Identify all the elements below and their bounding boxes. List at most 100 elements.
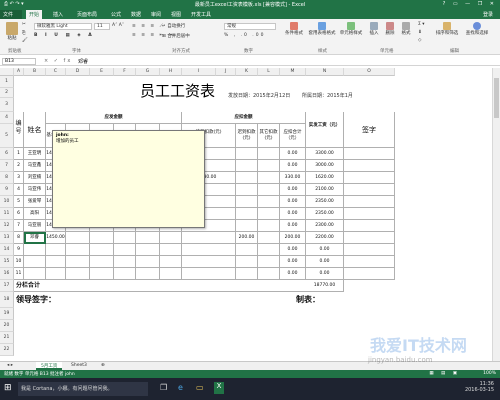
table-cell-name[interactable]: 王亚明: [24, 148, 46, 160]
column-header[interactable]: I: [182, 68, 216, 76]
signature-cell[interactable]: [344, 244, 395, 256]
signature-cell[interactable]: [344, 172, 395, 184]
table-cell-total[interactable]: [160, 268, 182, 280]
header-net-pay[interactable]: 实发工资（元）: [306, 112, 344, 148]
table-cell-net[interactable]: 2300.00: [306, 220, 344, 232]
table-cell-ded[interactable]: 0.00: [280, 160, 306, 172]
insert-cells-button[interactable]: 插入: [368, 22, 380, 36]
cell-comment[interactable]: john: 增加的员工: [52, 130, 205, 228]
table-cell-ded[interactable]: 0.00: [280, 208, 306, 220]
row-header[interactable]: 2: [0, 88, 14, 98]
font-name-select[interactable]: 微软雅黑 Light: [34, 23, 92, 30]
table-cell-no[interactable]: 7: [14, 220, 24, 232]
format-cells-button[interactable]: 格式: [400, 22, 412, 36]
table-cell-no[interactable]: 3: [14, 172, 24, 184]
table-cell-no[interactable]: 10: [14, 256, 24, 268]
row-header[interactable]: 6: [0, 148, 14, 160]
tab-home[interactable]: 开始: [26, 10, 43, 19]
table-cell-name[interactable]: 马亚鑫: [24, 160, 46, 172]
table-cell-other[interactable]: [258, 244, 280, 256]
table-cell-ded[interactable]: 0.00: [280, 184, 306, 196]
column-header[interactable]: M: [280, 68, 306, 76]
align-top-icons[interactable]: ≡ ≡ ≡ ⟋: [132, 23, 165, 29]
table-cell-late[interactable]: [236, 208, 258, 220]
table-cell-late[interactable]: [236, 196, 258, 208]
table-cell-other[interactable]: [258, 184, 280, 196]
table-cell-no[interactable]: 1: [14, 148, 24, 160]
format-painter-icon[interactable]: 🖌: [22, 38, 28, 43]
table-cell-no[interactable]: 4: [14, 184, 24, 196]
table-cell-name[interactable]: 马亚丽: [24, 220, 46, 232]
sheet-title[interactable]: 员工工资表: [140, 80, 215, 101]
tab-data[interactable]: 数据: [128, 10, 144, 19]
table-cell-late[interactable]: [236, 160, 258, 172]
header-deduction-col[interactable]: 其它扣款(元): [258, 124, 280, 148]
table-cell-base[interactable]: 1450.00: [46, 232, 66, 244]
table-cell-no[interactable]: 5: [14, 196, 24, 208]
row-header[interactable]: 19: [0, 308, 14, 320]
formula-icons[interactable]: × ✓ fx: [44, 58, 72, 64]
table-cell-total[interactable]: [160, 244, 182, 256]
signature-cell[interactable]: [344, 268, 395, 280]
tab-formulas[interactable]: 公式: [108, 10, 124, 19]
table-cell-late[interactable]: 200.00: [236, 232, 258, 244]
row-header[interactable]: 17: [0, 280, 14, 292]
column-header[interactable]: A: [14, 68, 24, 76]
sheet-tab-may-salary[interactable]: 5月工资: [36, 362, 63, 370]
table-cell-total[interactable]: [160, 232, 182, 244]
cortana-search[interactable]: 我是 Cortana，小娜。有问题尽管问我。: [18, 382, 148, 396]
row-header[interactable]: 9: [0, 184, 14, 196]
merge-center-button[interactable]: ⊞ 合并后居中: [162, 33, 190, 39]
table-cell-late[interactable]: [236, 220, 258, 232]
row-header[interactable]: 22: [0, 344, 14, 356]
table-cell-base[interactable]: [46, 244, 66, 256]
cut-icon[interactable]: ✂: [22, 22, 26, 27]
vertical-scrollbar[interactable]: [492, 68, 500, 361]
paste-button[interactable]: 粘贴: [4, 22, 20, 41]
column-header[interactable]: G: [136, 68, 160, 76]
column-header[interactable]: C: [46, 68, 66, 76]
table-cell-bonus[interactable]: [136, 244, 160, 256]
table-cell-no[interactable]: 6: [14, 208, 24, 220]
table-cell-leave[interactable]: [182, 256, 236, 268]
add-sheet-icon[interactable]: ⊕: [96, 362, 110, 370]
row-header[interactable]: 15: [0, 256, 14, 268]
table-cell-base[interactable]: [46, 268, 66, 280]
table-cell-net[interactable]: 2350.00: [306, 208, 344, 220]
table-cell-name[interactable]: [24, 256, 46, 268]
name-box[interactable]: B13: [2, 58, 36, 65]
column-header[interactable]: D: [66, 68, 90, 76]
table-format-button[interactable]: 套用表格格式: [308, 22, 336, 36]
tab-file[interactable]: 文件: [0, 10, 22, 19]
table-cell-ded[interactable]: 200.00: [280, 232, 306, 244]
table-cell-no[interactable]: 8: [14, 232, 24, 244]
edge-icon[interactable]: e: [178, 383, 183, 392]
column-header[interactable]: L: [258, 68, 280, 76]
number-format-select[interactable]: 常规: [224, 23, 276, 30]
conditional-format-button[interactable]: 条件格式: [284, 22, 304, 36]
column-header[interactable]: F: [114, 68, 136, 76]
row-header[interactable]: 10: [0, 196, 14, 208]
header-deduction-group[interactable]: 应扣金额: [182, 112, 306, 124]
table-cell-bonus[interactable]: [136, 256, 160, 268]
table-cell-late[interactable]: [236, 268, 258, 280]
find-select-button[interactable]: 查找和选择: [464, 22, 490, 36]
row-header[interactable]: 16: [0, 268, 14, 280]
table-cell-name[interactable]: [24, 244, 46, 256]
fill-icon[interactable]: ⬇: [418, 30, 422, 35]
table-cell-ded[interactable]: 0.00: [280, 220, 306, 232]
table-cell-leave[interactable]: [182, 232, 236, 244]
formula-input[interactable]: 邓睿: [78, 58, 88, 65]
table-cell-total[interactable]: [160, 256, 182, 268]
row-header[interactable]: 5: [0, 124, 14, 148]
signature-cell[interactable]: [344, 208, 395, 220]
table-cell-ded[interactable]: 0.00: [280, 256, 306, 268]
table-cell-net[interactable]: 2350.00: [306, 196, 344, 208]
signature-cell[interactable]: [344, 160, 395, 172]
number-format-icons[interactable]: % , .0 .00: [224, 33, 265, 38]
explorer-icon[interactable]: ▭: [196, 383, 204, 392]
tab-view[interactable]: 视图: [168, 10, 184, 19]
row-header[interactable]: 21: [0, 332, 14, 344]
bold-italic-underline-icons[interactable]: B I U ▦ ◈ A: [34, 33, 95, 38]
issue-date[interactable]: 发放日期：2015年2月12日: [228, 92, 290, 99]
